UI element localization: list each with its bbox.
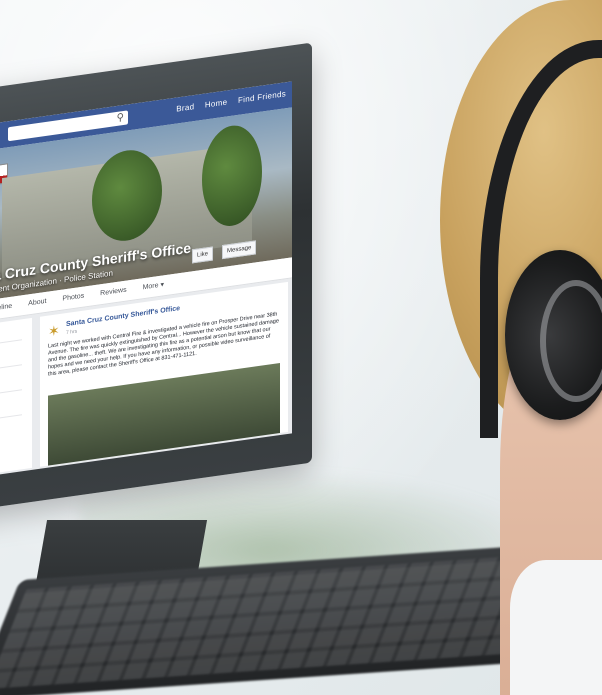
nav-link-home[interactable]: Home [205, 97, 228, 109]
search-icon[interactable]: ⚲ [117, 112, 124, 124]
divider [0, 389, 22, 397]
timeline-post: ✶ Santa Cruz County Sheriff's Office 7 h… [40, 281, 288, 467]
tree [202, 121, 262, 230]
post-author[interactable]: Santa Cruz County Sheriff's Office [66, 305, 180, 328]
woman-shirt [510, 560, 602, 695]
tab-about[interactable]: About [28, 292, 46, 315]
sheriff-badge-icon: ✶ [48, 321, 60, 340]
nav-link-profile[interactable]: Brad [176, 102, 194, 114]
left-sidebar [0, 317, 32, 477]
computer-monitor: ⚲ Brad Home Find Friends nta Cruz County… [0, 42, 312, 512]
monitor-screen: ⚲ Brad Home Find Friends nta Cruz County… [0, 81, 292, 479]
divider [0, 364, 22, 372]
post-timestamp[interactable]: 7 hrs [66, 329, 77, 337]
tab-more[interactable]: More ▾ [143, 275, 164, 298]
like-button[interactable]: Like [192, 246, 214, 264]
tab-timeline[interactable]: Timeline [0, 297, 12, 321]
nav-link-find-friends[interactable]: Find Friends [238, 89, 286, 105]
divider [0, 414, 22, 422]
office-scene: ⚲ Brad Home Find Friends nta Cruz County… [0, 0, 602, 695]
earcup-ring [540, 280, 602, 402]
tab-photos[interactable]: Photos [62, 287, 84, 310]
tab-reviews[interactable]: Reviews [100, 281, 126, 305]
divider [0, 339, 22, 347]
